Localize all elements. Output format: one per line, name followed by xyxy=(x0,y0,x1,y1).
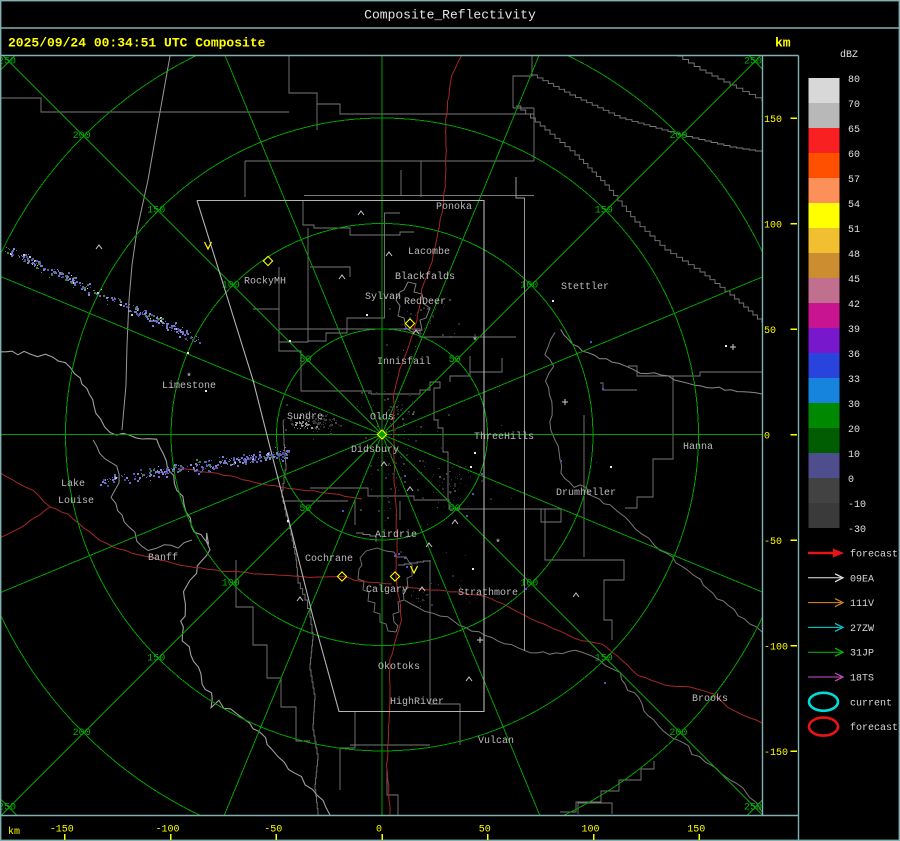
svg-text:2025/09/24 00:34:51 UTC Compos: 2025/09/24 00:34:51 UTC Composite xyxy=(8,36,266,51)
svg-text:100: 100 xyxy=(764,221,782,232)
svg-text:42: 42 xyxy=(848,300,860,311)
svg-text:-50: -50 xyxy=(764,537,782,548)
svg-text:09EA: 09EA xyxy=(850,574,874,585)
svg-text:111V: 111V xyxy=(850,599,874,610)
svg-text:Sundre: Sundre xyxy=(287,411,323,423)
svg-text:Lacombe: Lacombe xyxy=(408,246,450,258)
svg-text:70: 70 xyxy=(848,100,860,111)
svg-text:150: 150 xyxy=(595,653,613,664)
svg-text:Sylvan: Sylvan xyxy=(365,291,401,303)
svg-text:150: 150 xyxy=(595,206,613,217)
svg-text:Louise: Louise xyxy=(58,495,94,507)
svg-text:RockyMH: RockyMH xyxy=(244,276,286,288)
svg-text:100: 100 xyxy=(520,280,538,291)
svg-text:Stettler: Stettler xyxy=(561,281,609,293)
svg-text:50: 50 xyxy=(299,504,311,515)
svg-text:Okotoks: Okotoks xyxy=(378,661,420,673)
svg-text:250: 250 xyxy=(0,57,16,68)
svg-text:-10: -10 xyxy=(848,500,866,511)
svg-text:-50: -50 xyxy=(264,825,282,836)
svg-text:0: 0 xyxy=(376,825,382,836)
svg-text:50: 50 xyxy=(299,355,311,366)
svg-text:250: 250 xyxy=(0,803,16,814)
svg-text:Banff: Banff xyxy=(148,552,178,564)
svg-text:50: 50 xyxy=(479,825,491,836)
svg-text:Innisfail: Innisfail xyxy=(377,356,431,368)
svg-text:150: 150 xyxy=(147,206,165,217)
svg-text:Drumheller: Drumheller xyxy=(556,487,616,499)
svg-text:65: 65 xyxy=(848,125,860,136)
svg-text:forecast: forecast xyxy=(850,549,898,561)
svg-text:*: * xyxy=(495,538,501,550)
svg-text:50: 50 xyxy=(764,326,776,337)
svg-text:30: 30 xyxy=(848,400,860,411)
svg-text:100: 100 xyxy=(581,825,599,836)
svg-text:0: 0 xyxy=(848,475,854,486)
svg-text:48: 48 xyxy=(848,250,860,261)
svg-text:Cochrane: Cochrane xyxy=(305,553,353,565)
svg-text:Blackfalds: Blackfalds xyxy=(395,271,455,283)
svg-text:*: * xyxy=(472,336,478,348)
svg-text:Calgary: Calgary xyxy=(366,584,408,596)
svg-text:150: 150 xyxy=(687,825,705,836)
svg-text:18TS: 18TS xyxy=(850,674,874,685)
svg-text:Limestone: Limestone xyxy=(162,380,216,392)
svg-text:150: 150 xyxy=(764,115,782,126)
svg-text:80: 80 xyxy=(848,75,860,86)
svg-text:Olds: Olds xyxy=(370,412,394,424)
svg-text:27ZW: 27ZW xyxy=(850,624,874,635)
svg-text:Hanna: Hanna xyxy=(683,442,713,453)
svg-text:10: 10 xyxy=(848,450,860,461)
svg-text:31JP: 31JP xyxy=(850,649,874,660)
svg-text:Brooks: Brooks xyxy=(692,693,728,705)
svg-text:Ponoka: Ponoka xyxy=(436,201,472,213)
svg-text:45: 45 xyxy=(848,275,860,286)
svg-text:-150: -150 xyxy=(50,825,74,836)
svg-text:200: 200 xyxy=(73,728,91,739)
svg-text:-150: -150 xyxy=(764,748,788,759)
svg-text:Didsbury: Didsbury xyxy=(351,444,399,456)
svg-text:km: km xyxy=(8,826,20,838)
svg-text:39: 39 xyxy=(848,325,860,336)
svg-text:RedDeer: RedDeer xyxy=(404,296,446,308)
svg-text:50: 50 xyxy=(449,504,461,515)
svg-text:51: 51 xyxy=(848,225,860,236)
svg-text:Strathmore: Strathmore xyxy=(458,587,518,599)
svg-text:-100: -100 xyxy=(764,643,788,654)
svg-text:km: km xyxy=(775,36,791,51)
svg-text:200: 200 xyxy=(669,728,687,739)
svg-text:dBZ: dBZ xyxy=(840,49,858,61)
svg-text:forecast: forecast xyxy=(850,722,898,734)
svg-text:100: 100 xyxy=(520,579,538,590)
svg-text:0: 0 xyxy=(764,432,770,443)
svg-text:50: 50 xyxy=(449,355,461,366)
svg-text:20: 20 xyxy=(848,425,860,436)
svg-text:ThreeHills: ThreeHills xyxy=(474,431,534,443)
svg-text:36: 36 xyxy=(848,350,860,361)
svg-text:current: current xyxy=(850,698,892,709)
svg-text:250: 250 xyxy=(744,803,762,814)
svg-text:150: 150 xyxy=(147,653,165,664)
svg-text:Lake: Lake xyxy=(61,478,85,490)
svg-text:60: 60 xyxy=(848,150,860,161)
svg-text:200: 200 xyxy=(669,131,687,142)
svg-text:33: 33 xyxy=(848,375,860,386)
svg-text:Vulcan: Vulcan xyxy=(478,735,514,747)
svg-text:57: 57 xyxy=(848,175,860,186)
svg-text:-30: -30 xyxy=(848,525,866,536)
svg-text:54: 54 xyxy=(848,200,860,211)
svg-text:100: 100 xyxy=(222,579,240,590)
svg-text:HighRiver: HighRiver xyxy=(390,696,444,708)
svg-text:250: 250 xyxy=(744,57,762,68)
svg-text:Airdrie: Airdrie xyxy=(375,529,417,541)
svg-text:-100: -100 xyxy=(155,825,179,836)
svg-text:Composite_Reflectivity: Composite_Reflectivity xyxy=(364,8,536,23)
svg-text:200: 200 xyxy=(73,131,91,142)
